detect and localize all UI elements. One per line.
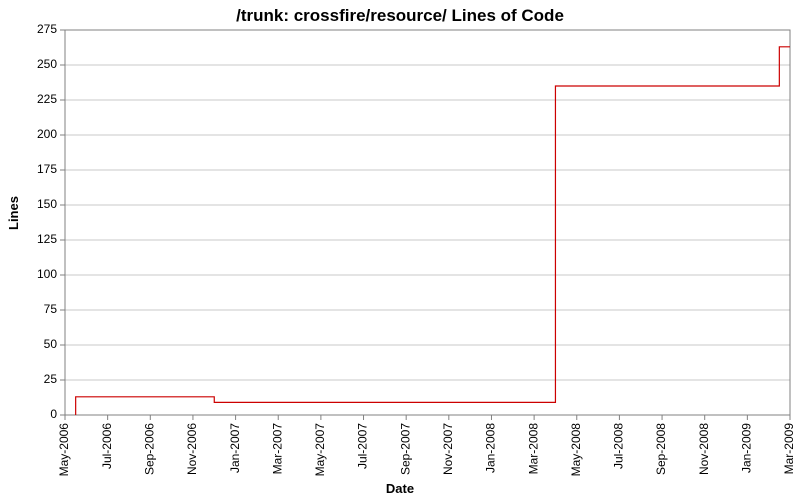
y-tick-label: 150 (37, 197, 57, 211)
x-tick-label: Mar-2007 (270, 423, 284, 475)
plot-border (65, 30, 790, 415)
y-tick-label: 0 (50, 407, 57, 421)
x-tick-label: Jul-2006 (100, 423, 114, 469)
x-tick-label: Nov-2007 (441, 423, 455, 475)
chart-container: /trunk: crossfire/resource/ Lines of Cod… (0, 0, 800, 500)
x-tick-label: Jan-2009 (740, 423, 754, 473)
chart-svg: 0 25 50 75 100 125 150 175 200 225 250 275 May-2006 J… (0, 0, 800, 500)
x-tick-label: Sep-2006 (142, 423, 156, 475)
x-tick-label: May-2008 (569, 423, 583, 477)
x-tick-label: Jul-2007 (356, 423, 370, 469)
y-tick-label: 25 (44, 372, 58, 386)
x-tick-label: May-2007 (313, 423, 327, 477)
x-tick-label: Nov-2006 (185, 423, 199, 475)
x-tick-label: Jul-2008 (612, 423, 626, 469)
y-tick-label: 225 (37, 92, 57, 106)
y-tick-label: 200 (37, 127, 57, 141)
y-tick-label: 75 (44, 302, 58, 316)
series-lines-of-code (76, 47, 790, 415)
x-tick-label: Sep-2008 (654, 423, 668, 475)
y-tick-label: 100 (37, 267, 57, 281)
x-tick-label: May-2006 (57, 423, 71, 477)
x-tick-label: Sep-2007 (398, 423, 412, 475)
x-tick-label: Mar-2008 (526, 423, 540, 475)
y-tick-label: 275 (37, 22, 57, 36)
y-tick-label: 50 (44, 337, 58, 351)
y-tick-label: 250 (37, 57, 57, 71)
x-tick-label: Jan-2008 (484, 423, 498, 473)
x-tick-label: Jan-2007 (228, 423, 242, 473)
x-tick-label: Nov-2008 (697, 423, 711, 475)
x-tick-label: Mar-2009 (782, 423, 796, 475)
y-tick-label: 125 (37, 232, 57, 246)
y-tick-label: 175 (37, 162, 57, 176)
